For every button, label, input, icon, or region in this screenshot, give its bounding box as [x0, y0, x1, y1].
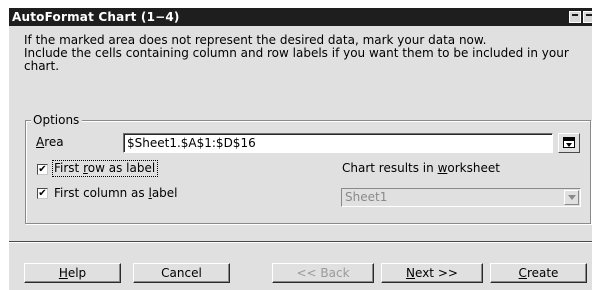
options-legend: Options — [31, 113, 83, 127]
worksheet-dropdown-button — [564, 190, 579, 205]
back-button: << Back — [272, 263, 374, 283]
first-row-as-label-text[interactable]: First row as label — [54, 161, 155, 175]
worksheet-select-value: Sheet1 — [345, 190, 388, 204]
button-separator — [9, 241, 592, 243]
next-mnemonic: N — [406, 266, 416, 280]
autoformat-chart-dialog: AutoFormat Chart (1−4) If the marked are… — [8, 8, 592, 290]
worksheet-select: Sheet1 — [341, 188, 581, 207]
instructions-text: If the marked area does not represent th… — [24, 34, 584, 73]
area-label-rest: rea — [44, 135, 64, 149]
first-column-label-post: abel — [151, 186, 178, 200]
help-rest: elp — [67, 266, 87, 280]
help-button[interactable]: Help — [24, 263, 121, 283]
first-row-as-label-checkbox[interactable]: ✔ — [37, 164, 48, 175]
dialog-title: AutoFormat Chart (1−4) — [12, 10, 180, 24]
next-button[interactable]: Next >> — [381, 263, 483, 283]
area-range-input[interactable]: $Sheet1.$A$1:$D$16 — [123, 133, 553, 153]
results-label-pre: Chart results in — [342, 161, 438, 175]
next-rest: ext >> — [415, 266, 458, 280]
shrink-button[interactable] — [558, 133, 580, 153]
chevron-down-icon — [568, 195, 576, 200]
close-icon[interactable] — [583, 11, 592, 23]
first-column-as-label-text[interactable]: First column as label — [54, 186, 178, 200]
area-label: Area — [36, 135, 64, 149]
minimize-icon[interactable] — [569, 11, 581, 23]
first-row-label-pre: First — [54, 161, 84, 175]
cancel-button[interactable]: Cancel — [133, 263, 230, 283]
chart-results-label: Chart results in worksheet — [342, 161, 500, 175]
results-label-post: orksheet — [447, 161, 500, 175]
instructions-line-3: chart. — [24, 59, 60, 73]
create-rest: reate — [526, 266, 559, 280]
create-button[interactable]: Create — [490, 263, 587, 283]
shrink-arrow-icon — [566, 143, 572, 147]
results-label-mnemonic: w — [437, 161, 448, 175]
first-column-as-label-checkbox[interactable]: ✔ — [37, 188, 48, 199]
instructions-line-2: Include the cells containing column and … — [24, 46, 569, 60]
help-mnemonic: H — [58, 266, 68, 280]
first-column-label-pre: First column as — [54, 186, 149, 200]
create-mnemonic: C — [518, 266, 527, 280]
title-bar[interactable]: AutoFormat Chart (1−4) — [9, 8, 592, 26]
first-row-label-post: ow as label — [87, 161, 156, 175]
area-label-mnemonic: A — [36, 135, 45, 149]
